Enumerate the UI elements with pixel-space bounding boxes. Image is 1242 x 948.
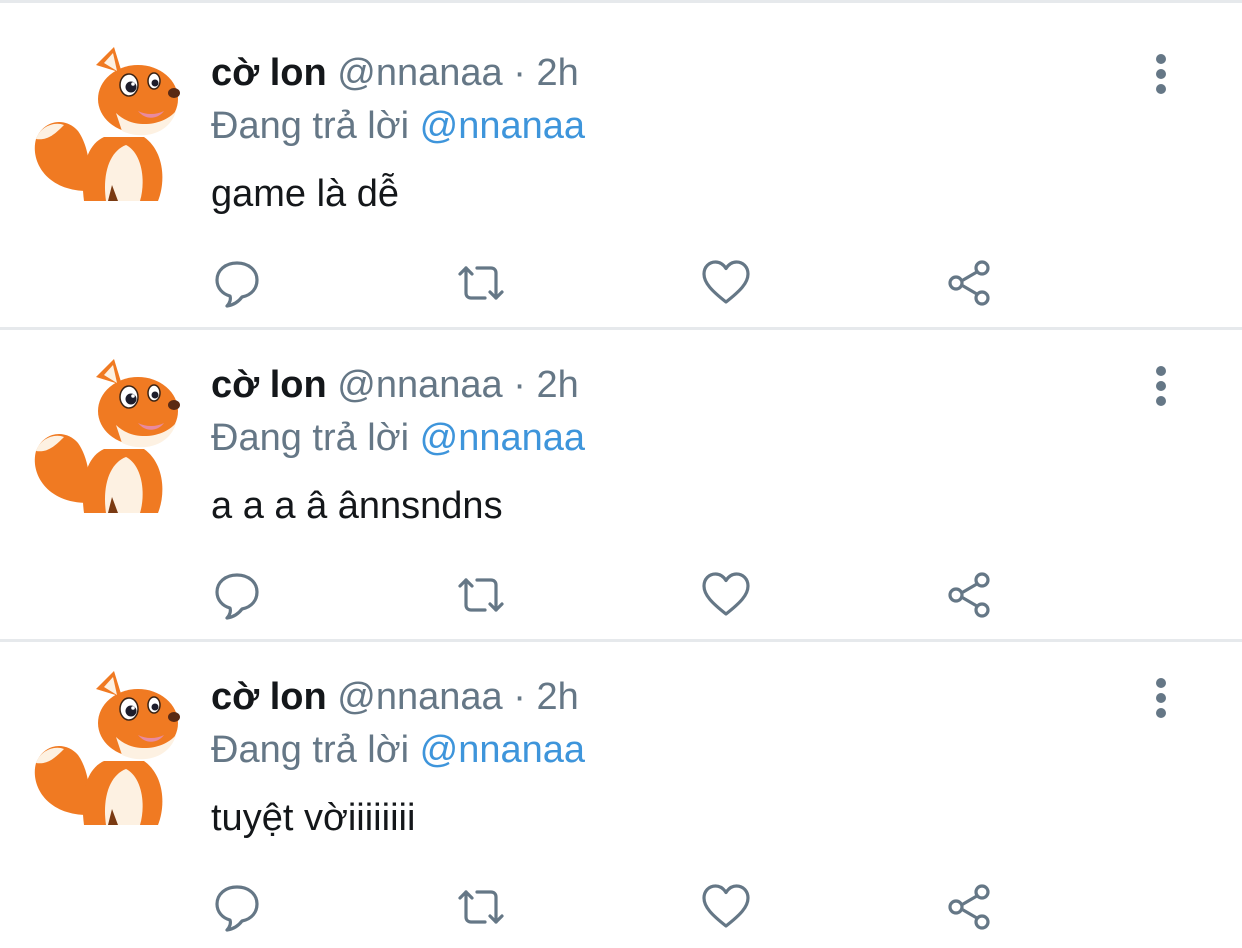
separator: · [513, 52, 526, 94]
vertical-ellipsis-icon[interactable] [1143, 675, 1179, 721]
tweet-text: a a a â ânnsndns [211, 485, 503, 527]
display-name[interactable]: cờ lon [211, 676, 327, 718]
tweet-item[interactable]: cờ lon @nnanaa · 2h Đang trả lời @nnanaa… [0, 315, 1242, 625]
display-name[interactable]: cờ lon [211, 52, 327, 94]
replying-to: Đang trả lời @nnanaa [211, 104, 585, 148]
separator: · [513, 364, 526, 406]
tweet-item[interactable]: cờ lon @nnanaa · 2h Đang trả lời @nnanaa… [0, 627, 1242, 937]
separator: · [513, 676, 526, 718]
retweet-arrows-icon[interactable] [455, 257, 507, 309]
timestamp[interactable]: 2h [536, 364, 578, 406]
speech-bubble-icon[interactable] [211, 257, 263, 309]
speech-bubble-icon[interactable] [211, 881, 263, 933]
mention-link[interactable]: @nnanaa [420, 105, 585, 147]
vertical-ellipsis-icon[interactable] [1143, 363, 1179, 409]
tweet-header: cờ lon @nnanaa · 2h [211, 675, 579, 719]
share-nodes-icon[interactable] [944, 257, 996, 309]
mention-link[interactable]: @nnanaa [420, 729, 585, 771]
share-nodes-icon[interactable] [944, 881, 996, 933]
replying-to: Đang trả lời @nnanaa [211, 416, 585, 460]
fox-avatar[interactable] [26, 41, 186, 206]
replying-to-label: Đang trả lời [211, 105, 410, 147]
heart-icon[interactable] [700, 257, 752, 309]
vertical-ellipsis-icon[interactable] [1143, 51, 1179, 97]
handle[interactable]: @nnanaa [337, 364, 502, 406]
heart-icon[interactable] [700, 881, 752, 933]
mention-link[interactable]: @nnanaa [420, 417, 585, 459]
tweet-item[interactable]: cờ lon @nnanaa · 2h Đang trả lời @nnanaa… [0, 3, 1242, 313]
heart-icon[interactable] [700, 569, 752, 621]
replying-to-label: Đang trả lời [211, 417, 410, 459]
tweet-header: cờ lon @nnanaa · 2h [211, 363, 579, 407]
handle[interactable]: @nnanaa [337, 52, 502, 94]
replying-to: Đang trả lời @nnanaa [211, 728, 585, 772]
tweet-header: cờ lon @nnanaa · 2h [211, 51, 579, 95]
replying-to-label: Đang trả lời [211, 729, 410, 771]
handle[interactable]: @nnanaa [337, 676, 502, 718]
tweet-text: game là dễ [211, 173, 400, 215]
speech-bubble-icon[interactable] [211, 569, 263, 621]
timestamp[interactable]: 2h [536, 52, 578, 94]
tweet-text: tuyệt vờiiiiiiii [211, 797, 416, 839]
timestamp[interactable]: 2h [536, 676, 578, 718]
fox-avatar[interactable] [26, 353, 186, 518]
tweet-feed: cờ lon @nnanaa · 2h Đang trả lời @nnanaa… [0, 0, 1242, 948]
display-name[interactable]: cờ lon [211, 364, 327, 406]
share-nodes-icon[interactable] [944, 569, 996, 621]
fox-avatar[interactable] [26, 665, 186, 830]
retweet-arrows-icon[interactable] [455, 881, 507, 933]
retweet-arrows-icon[interactable] [455, 569, 507, 621]
